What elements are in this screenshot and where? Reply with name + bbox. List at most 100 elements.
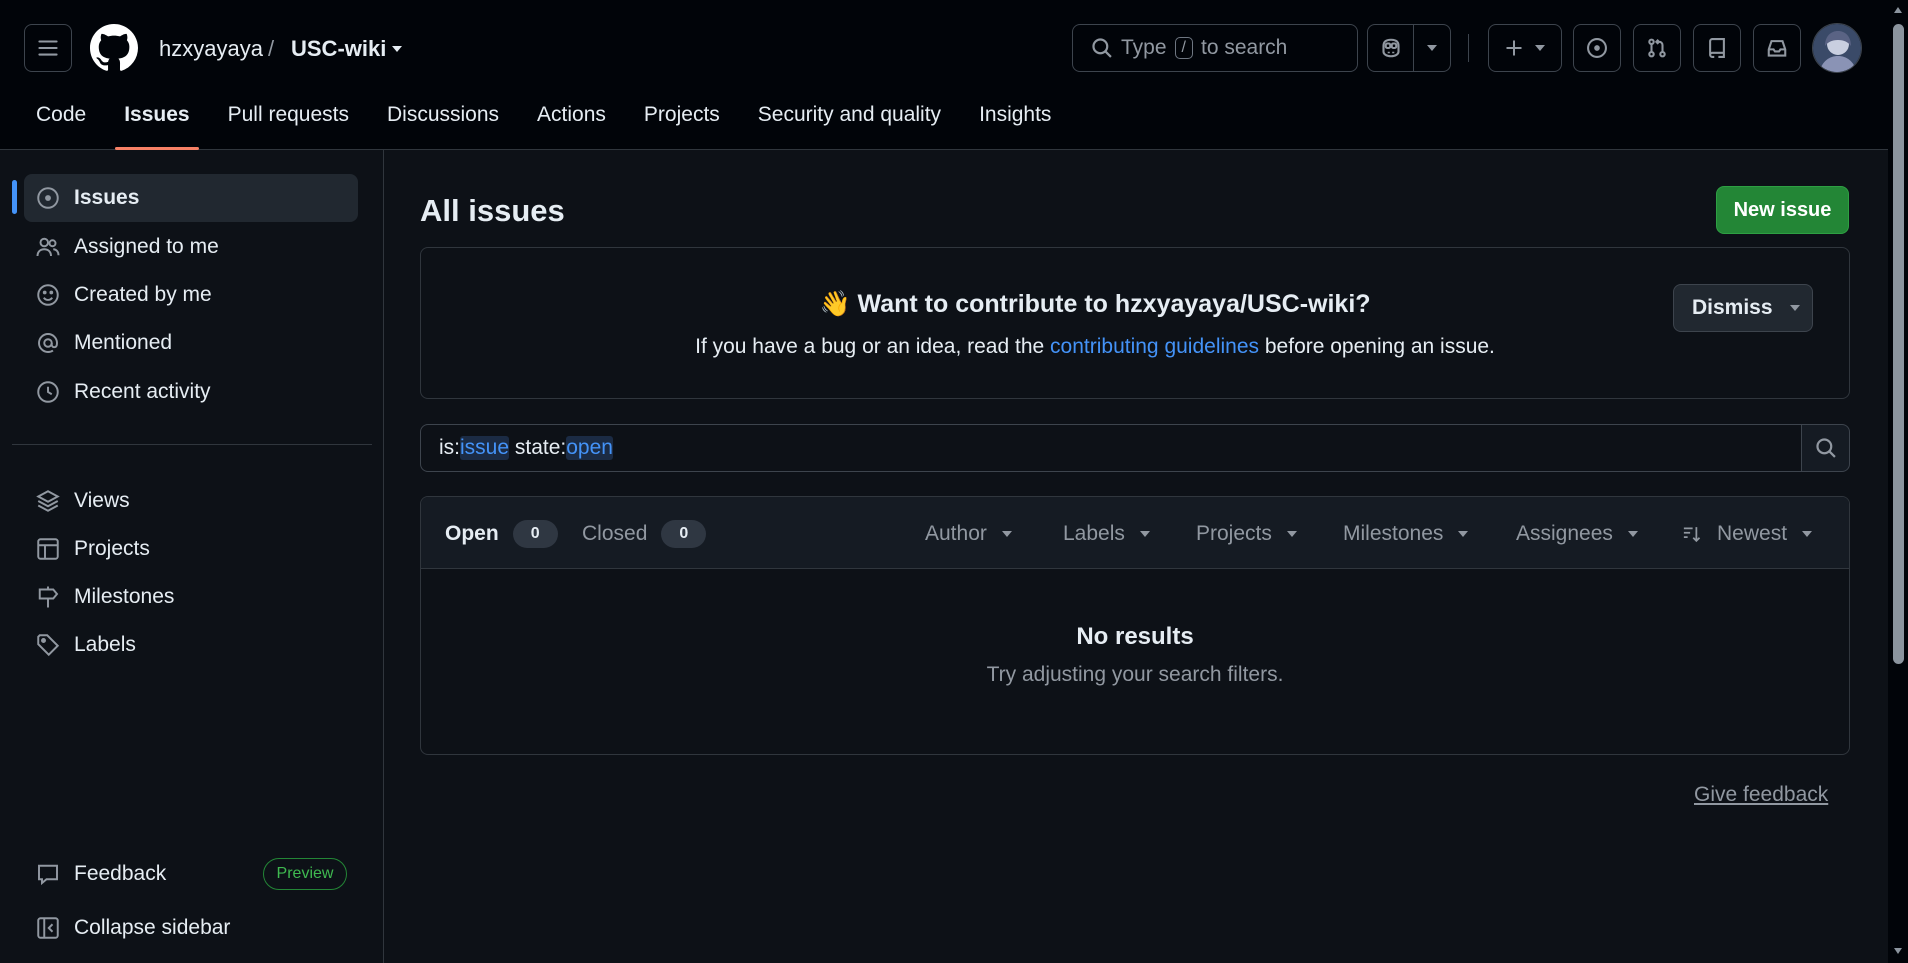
create-new-button[interactable] <box>1488 24 1562 72</box>
tag-icon <box>37 634 60 657</box>
filter-label: Assignees <box>1516 522 1613 545</box>
filter-label: Projects <box>1196 522 1272 545</box>
sidebar-item-recent-activity[interactable]: Recent activity <box>24 368 358 416</box>
github-logo-icon[interactable] <box>90 24 138 72</box>
tab-issues[interactable]: Issues <box>105 100 208 150</box>
banner-title: 👋 Want to contribute to hzxyayaya/USC-wi… <box>421 290 1849 319</box>
git-pull-request-icon <box>1648 38 1666 58</box>
give-feedback-link[interactable]: Give feedback <box>1694 783 1828 807</box>
projects-filter[interactable]: Projects <box>1196 519 1298 549</box>
author-filter[interactable]: Author <box>925 519 1013 549</box>
assignees-filter[interactable]: Assignees <box>1516 519 1639 549</box>
header-divider <box>1468 34 1469 62</box>
sidebar-item-mentioned[interactable]: Mentioned <box>24 319 358 367</box>
tab-insights[interactable]: Insights <box>960 100 1070 150</box>
query-key-is: is: <box>439 436 460 459</box>
page-scrollbar[interactable] <box>1888 0 1908 963</box>
repo-icon <box>1709 38 1725 58</box>
stack-icon <box>36 490 60 512</box>
contribute-banner: 👋 Want to contribute to hzxyayaya/USC-wi… <box>420 247 1850 399</box>
query-value-open: open <box>566 436 613 460</box>
global-header: hzxyayaya / USC-wiki Type / to search Co… <box>0 0 1888 150</box>
copilot-button[interactable] <box>1367 24 1414 72</box>
sidebar-selection-indicator <box>12 180 17 214</box>
copilot-icon <box>1381 38 1400 58</box>
sidebar-item-created-by-me[interactable]: Created by me <box>24 271 358 319</box>
closed-issues-tab[interactable]: Closed 0 <box>582 519 707 549</box>
scroll-down-icon[interactable] <box>1893 947 1903 955</box>
issues-filter-input[interactable]: is: issue state: open <box>420 424 1802 472</box>
scroll-up-icon[interactable] <box>1893 6 1903 14</box>
pull-requests-button[interactable] <box>1633 24 1681 72</box>
page-title: All issues <box>420 193 565 228</box>
closed-label: Closed <box>582 522 648 545</box>
wave-emoji: 👋 <box>819 290 851 318</box>
banner-text-after: before opening an issue. <box>1264 335 1495 358</box>
milestone-icon <box>38 586 59 608</box>
sidebar-item-assigned-to-me[interactable]: Assigned to me <box>24 223 358 271</box>
sidebar-item-projects[interactable]: Projects <box>24 525 358 573</box>
tab-security-and-quality[interactable]: Security and quality <box>739 100 960 150</box>
plus-icon <box>1506 40 1522 56</box>
sidebar-item-milestones[interactable]: Milestones <box>24 573 358 621</box>
contributing-guidelines-link[interactable]: contributing guidelines <box>1050 335 1259 358</box>
tab-code[interactable]: Code <box>0 100 105 150</box>
table-icon <box>37 538 59 560</box>
banner-title-text: Want to contribute to hzxyayaya/USC-wiki… <box>857 290 1371 318</box>
inbox-icon <box>1767 40 1787 57</box>
sidebar-item-label: Collapse sidebar <box>74 916 231 939</box>
copilot-menu-button[interactable] <box>1413 24 1451 72</box>
search-shortcut-key: / <box>1174 37 1193 59</box>
chevron-down-icon <box>1789 305 1800 311</box>
sidebar-item-label: Created by me <box>74 283 212 306</box>
scrollbar-thumb[interactable] <box>1893 24 1904 664</box>
repo-dropdown-icon[interactable] <box>390 44 404 54</box>
search-prefix: Type <box>1121 36 1167 59</box>
milestones-filter[interactable]: Milestones <box>1343 519 1469 549</box>
search-submit-button[interactable] <box>1801 424 1850 472</box>
preview-badge: Preview <box>263 858 347 890</box>
results-header: Open 0 Closed 0 Author Labels Projects M… <box>421 497 1849 569</box>
open-count-badge: 0 <box>512 520 558 548</box>
sidebar-item-label: Feedback <box>74 862 167 885</box>
sort-dropdown[interactable]: Newest <box>1681 519 1813 549</box>
tab-pull-requests[interactable]: Pull requests <box>209 100 368 150</box>
sort-desc-icon <box>1683 527 1701 543</box>
sidebar-item-label: Milestones <box>74 585 175 608</box>
user-avatar[interactable] <box>1812 23 1862 73</box>
banner-text: If you have a bug or an idea, read the c… <box>421 335 1849 359</box>
issues-button[interactable] <box>1573 24 1621 72</box>
search-icon <box>1815 438 1836 458</box>
repo-name-link[interactable]: USC-wiki <box>291 36 386 62</box>
tab-projects[interactable]: Projects <box>625 100 739 150</box>
search-suffix: to search <box>1200 36 1288 59</box>
inbox-button[interactable] <box>1753 24 1801 72</box>
empty-state-title: No results <box>1076 623 1194 650</box>
sidebar-item-issues[interactable]: Issues <box>24 174 358 222</box>
chevron-down-icon <box>1802 531 1813 537</box>
sidebar-item-views[interactable]: Views <box>24 477 358 525</box>
issue-opened-icon <box>1587 38 1607 58</box>
query-key-state: state: <box>514 436 567 459</box>
mention-icon <box>38 333 58 353</box>
sidebar-item-feedback[interactable]: Feedback <box>24 850 254 898</box>
dismiss-button[interactable]: Dismiss <box>1673 284 1813 332</box>
sidebar-item-label: Labels <box>74 633 136 656</box>
chevron-down-icon <box>1535 45 1545 51</box>
collapse-sidebar-button[interactable]: Collapse sidebar <box>24 904 358 952</box>
global-search-input[interactable]: Type / to search <box>1072 24 1358 72</box>
repositories-button[interactable] <box>1693 24 1741 72</box>
menu-button[interactable] <box>24 24 72 72</box>
repo-owner-link[interactable]: hzxyayaya <box>159 36 263 62</box>
tab-actions[interactable]: Actions <box>518 100 625 150</box>
comment-icon <box>38 864 58 886</box>
open-issues-tab[interactable]: Open 0 <box>445 519 558 549</box>
chevron-down-icon <box>1286 531 1297 537</box>
tab-discussions[interactable]: Discussions <box>368 100 518 150</box>
people-icon <box>36 237 60 257</box>
new-issue-button[interactable]: New issue <box>1716 186 1849 234</box>
chevron-down-icon <box>1001 531 1012 537</box>
labels-filter[interactable]: Labels <box>1063 519 1151 549</box>
sidebar-item-labels[interactable]: Labels <box>24 621 358 669</box>
dismiss-label: Dismiss <box>1692 296 1773 319</box>
